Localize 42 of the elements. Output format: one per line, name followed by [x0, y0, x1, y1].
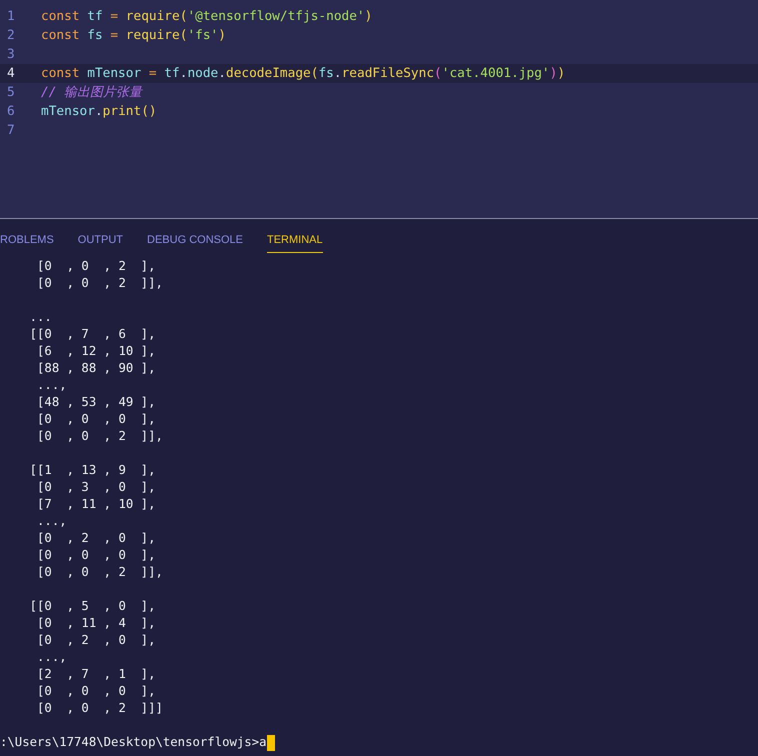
terminal-line: [0 , 0 , 2 ]],	[36, 428, 164, 445]
code-line: const tf = require('@tensorflow/tfjs-node')	[41, 9, 372, 24]
terminal-line: [0 , 0 , 0 ],	[36, 547, 156, 564]
terminal-line: [0 , 11 , 4 ],	[36, 615, 156, 632]
terminal-line: [[0 , 5 , 0 ],	[28, 598, 156, 615]
panel-tab[interactable]: ROBLEMS	[0, 228, 54, 253]
terminal-line: [0 , 0 , 2 ]]]	[36, 700, 164, 717]
terminal-line: [7 , 11 , 10 ],	[36, 496, 156, 513]
terminal-line: [2 , 7 , 1 ],	[36, 666, 156, 683]
terminal-line: [[1 , 13 , 9 ],	[28, 462, 156, 479]
terminal-line: [0 , 0 , 2 ]],	[36, 275, 164, 292]
terminal-line: [0 , 3 , 0 ],	[36, 479, 156, 496]
terminal-line: ...,	[36, 377, 68, 394]
terminal-line: [0 , 0 , 2 ],	[36, 258, 156, 275]
terminal-line: [0 , 0 , 0 ],	[36, 411, 156, 428]
panel-tab[interactable]: DEBUG CONSOLE	[147, 228, 243, 253]
text-cursor	[266, 734, 275, 750]
terminal-prompt: :\Users\17748\Desktop\tensorflowjs>a	[0, 734, 267, 751]
terminal-line: ...,	[36, 649, 68, 666]
panel-tab[interactable]: OUTPUT	[78, 228, 124, 253]
code-line: const fs = require('fs')	[41, 28, 226, 43]
code-line: const mTensor = tf.node.decodeImage(fs.readFileSync('cat.4001.jpg'))	[41, 66, 566, 81]
line-number: 1	[6, 9, 16, 24]
terminal-line: [0 , 0 , 0 ],	[36, 683, 156, 700]
panel-tab[interactable]: TERMINAL	[267, 228, 323, 253]
terminal-line: [6 , 12 , 10 ],	[36, 343, 156, 360]
line-number: 6	[6, 104, 16, 119]
terminal-line: [48 , 53 , 49 ],	[36, 394, 156, 411]
terminal-line: [[0 , 7 , 6 ],	[28, 326, 156, 343]
terminal-line: [0 , 0 , 2 ]],	[36, 564, 164, 581]
line-number: 7	[6, 123, 16, 138]
terminal-line: ...	[28, 309, 53, 326]
terminal-line: [0 , 2 , 0 ],	[36, 530, 156, 547]
line-number: 5	[6, 85, 16, 100]
code-line: mTensor.print()	[41, 104, 157, 119]
terminal-line: [0 , 2 , 0 ],	[36, 632, 156, 649]
line-number: 4	[6, 66, 16, 81]
terminal-line: [88 , 88 , 90 ],	[36, 360, 156, 377]
code-line: // 输出图片张量	[41, 84, 142, 101]
line-number: 2	[6, 28, 16, 43]
terminal-line: ...,	[36, 513, 68, 530]
line-number: 3	[6, 47, 16, 62]
